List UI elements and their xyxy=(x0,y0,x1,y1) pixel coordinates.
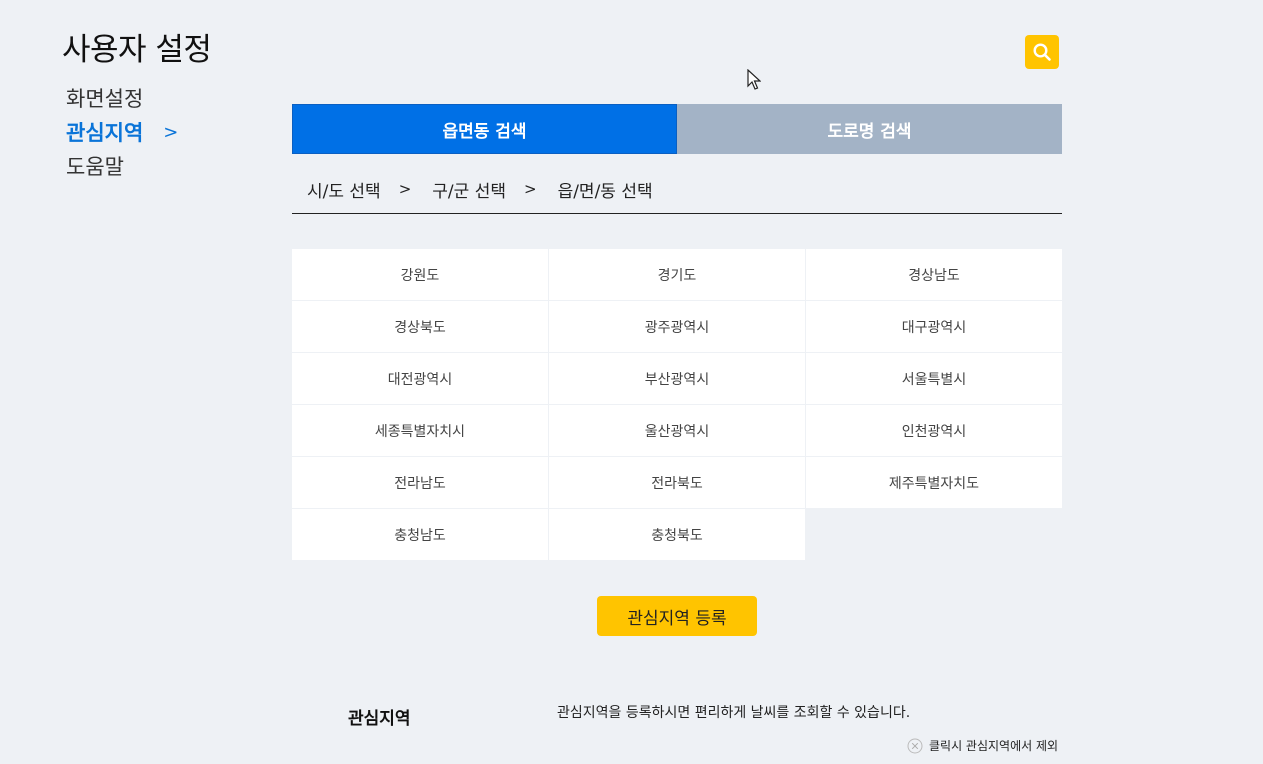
sidebar-item-display-settings[interactable]: 화면설정 xyxy=(66,82,178,116)
region-cell[interactable]: 대구광역시 xyxy=(806,301,1062,352)
region-cell[interactable]: 울산광역시 xyxy=(549,405,805,456)
region-cell[interactable]: 대전광역시 xyxy=(292,353,548,404)
search-mode-tabs: 읍면동 검색 도로명 검색 xyxy=(292,104,1062,154)
search-button[interactable] xyxy=(1025,35,1059,69)
breadcrumb-separator: > xyxy=(398,180,412,198)
page-title: 사용자 설정 xyxy=(62,32,212,68)
mouse-cursor-icon xyxy=(747,69,761,90)
region-cell[interactable]: 광주광역시 xyxy=(549,301,805,352)
tab-road-name-search[interactable]: 도로명 검색 xyxy=(677,104,1062,154)
region-cell[interactable]: 강원도 xyxy=(292,249,548,300)
search-icon xyxy=(1033,43,1051,61)
region-cell[interactable]: 경기도 xyxy=(549,249,805,300)
region-cell[interactable]: 충청남도 xyxy=(292,509,548,560)
region-cell[interactable]: 세종특별자치시 xyxy=(292,405,548,456)
region-cell[interactable]: 경상남도 xyxy=(806,249,1062,300)
sidebar-item-label: 화면설정 xyxy=(66,87,144,111)
region-cell[interactable]: 부산광역시 xyxy=(549,353,805,404)
sidebar-nav: 화면설정 관심지역 > 도움말 xyxy=(66,82,178,184)
favorites-description: 관심지역을 등록하시면 편리하게 날씨를 조회할 수 있습니다. xyxy=(557,705,911,721)
breadcrumb: 시/도 선택 > 구/군 선택 > 읍/면/동 선택 xyxy=(292,165,1062,214)
sidebar-item-label: 도움말 xyxy=(66,155,124,179)
region-cell[interactable]: 전라남도 xyxy=(292,457,548,508)
breadcrumb-step-district[interactable]: 구/군 선택 xyxy=(417,177,506,202)
sidebar-item-label: 관심지역 xyxy=(66,121,144,145)
register-interest-region-button[interactable]: 관심지역 등록 xyxy=(597,596,757,636)
breadcrumb-step-province[interactable]: 시/도 선택 xyxy=(292,177,381,202)
region-cell[interactable]: 충청북도 xyxy=(549,509,805,560)
breadcrumb-separator: > xyxy=(523,180,537,198)
favorites-remove-hint: 클릭시 관심지역에서 제외 xyxy=(907,737,1058,754)
tab-eupmyeondong-search[interactable]: 읍면동 검색 xyxy=(292,104,677,154)
favorites-hint-text: 클릭시 관심지역에서 제외 xyxy=(929,739,1059,753)
chevron-right-icon: > xyxy=(163,122,179,143)
region-cell[interactable]: 서울특별시 xyxy=(806,353,1062,404)
region-cell[interactable]: 제주특별자치도 xyxy=(806,457,1062,508)
region-cell[interactable]: 경상북도 xyxy=(292,301,548,352)
region-cell[interactable]: 전라북도 xyxy=(549,457,805,508)
region-cell[interactable]: 인천광역시 xyxy=(806,405,1062,456)
sidebar-item-interest-region[interactable]: 관심지역 > xyxy=(66,116,178,150)
region-grid: 강원도 경기도 경상남도 경상북도 광주광역시 대구광역시 대전광역시 부산광역… xyxy=(292,249,1063,560)
favorites-label: 관심지역 xyxy=(348,709,411,729)
breadcrumb-step-town[interactable]: 읍/면/동 선택 xyxy=(543,177,653,202)
sidebar-item-help[interactable]: 도움말 xyxy=(66,150,178,184)
remove-circle-icon xyxy=(907,738,923,753)
